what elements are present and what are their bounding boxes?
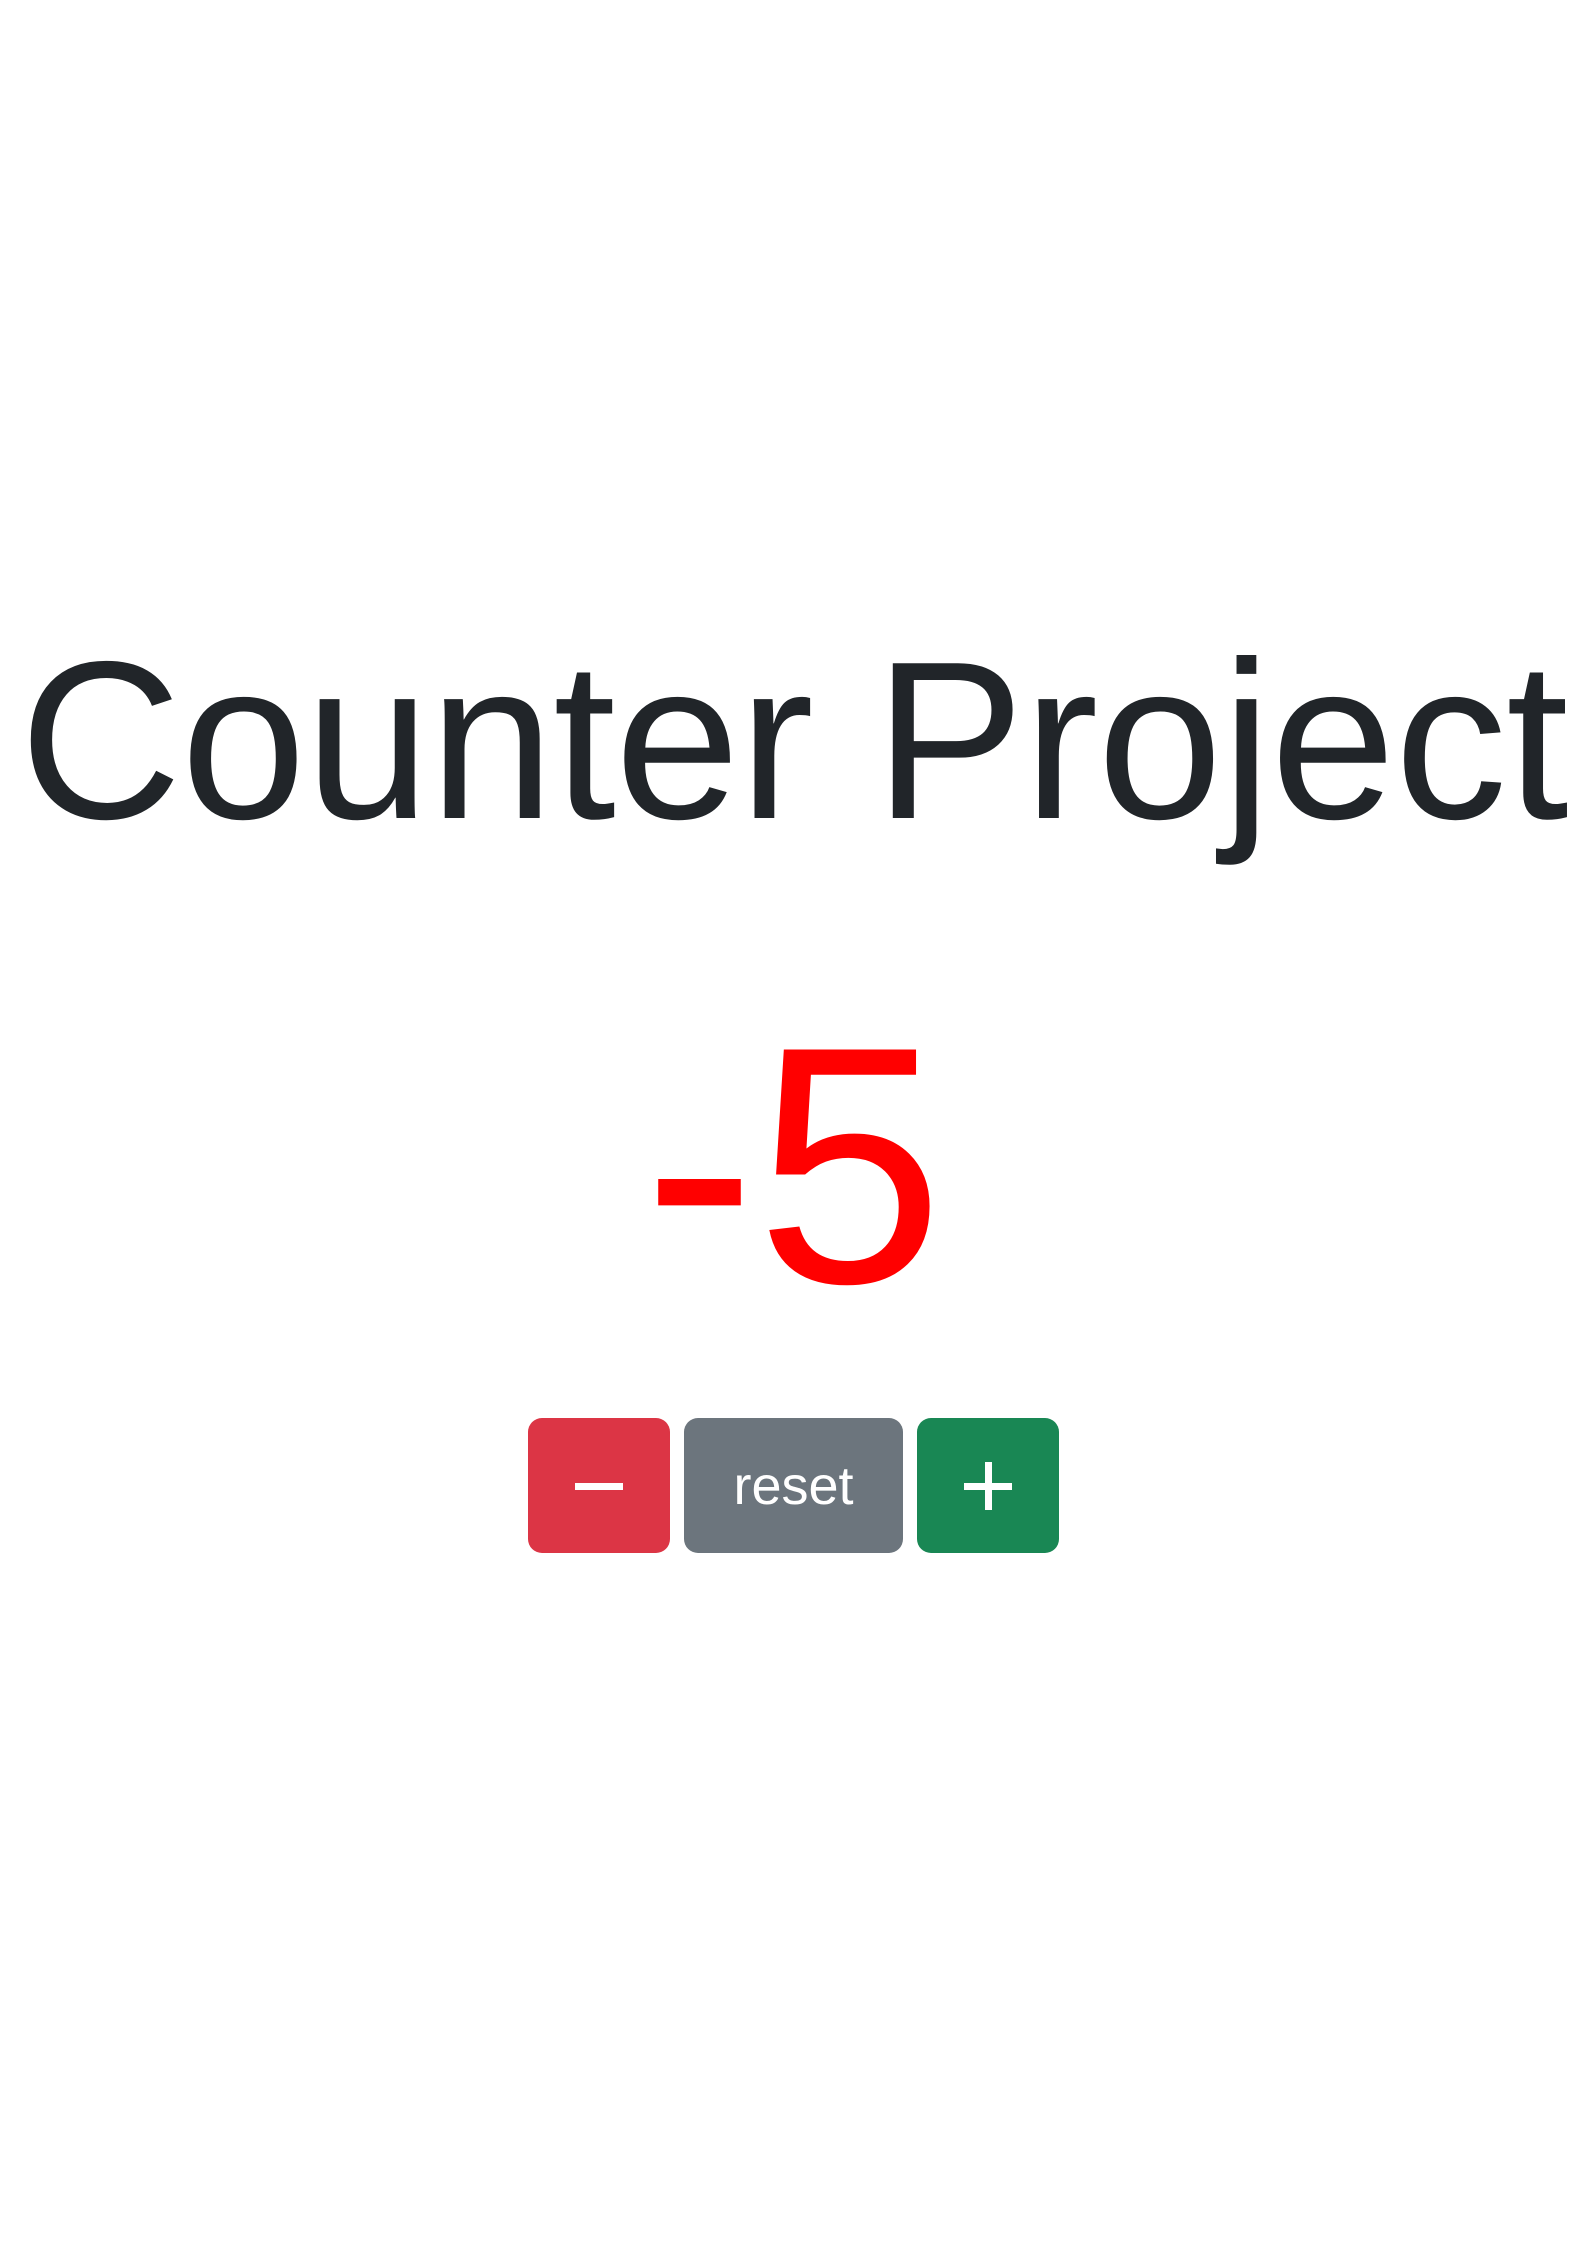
counter-value: -5 xyxy=(643,976,944,1354)
minus-icon xyxy=(575,1462,623,1510)
page-title: Counter Project xyxy=(19,614,1568,866)
plus-icon xyxy=(964,1461,1012,1510)
counter-controls: reset xyxy=(0,1418,1587,1553)
increment-button[interactable] xyxy=(917,1418,1059,1553)
reset-button[interactable]: reset xyxy=(684,1418,903,1553)
decrement-button[interactable] xyxy=(528,1418,670,1553)
counter-page: Counter Project -5 reset xyxy=(0,0,1587,2245)
